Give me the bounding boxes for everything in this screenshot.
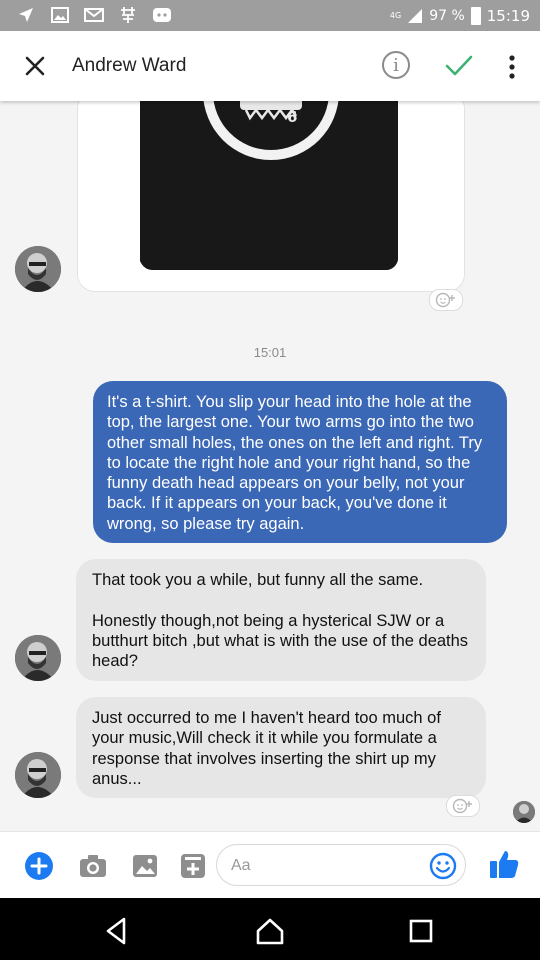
sticker-icon[interactable] <box>178 851 208 881</box>
camera-icon[interactable] <box>78 851 108 881</box>
add-reaction-button[interactable] <box>446 795 480 817</box>
incoming-message-bubble[interactable]: Just occurred to me I haven't heard too … <box>76 697 486 798</box>
shirt-number: 6 <box>287 108 298 126</box>
contact-avatar[interactable] <box>15 752 61 798</box>
contact-avatar[interactable] <box>15 246 61 292</box>
incoming-message-bubble[interactable]: That took you a while, but funny all the… <box>76 559 486 681</box>
navigation-icon <box>16 6 36 24</box>
contact-avatar[interactable] <box>15 635 61 681</box>
checkmark-icon[interactable] <box>444 53 474 79</box>
clock: 15:19 <box>486 6 530 25</box>
outgoing-message-bubble[interactable]: It's a t-shirt. You slip your head into … <box>93 381 507 543</box>
read-receipt-avatar <box>513 801 535 823</box>
status-right: 4G 97 % 15:19 <box>390 0 530 31</box>
smiley-plus-icon <box>435 292 455 308</box>
email-icon <box>84 6 104 24</box>
image-icon <box>50 6 70 24</box>
shared-image-card[interactable]: 6 <box>77 101 465 292</box>
chinese-app-icon <box>118 6 138 24</box>
tshirt-image <box>78 101 464 291</box>
info-glyph: i <box>393 54 399 76</box>
message-input[interactable]: Aa <box>216 844 466 886</box>
like-thumb-icon[interactable] <box>488 848 520 880</box>
recent-apps-icon[interactable] <box>406 916 436 946</box>
notification-icons <box>16 6 172 24</box>
back-icon[interactable] <box>101 916 131 946</box>
system-nav-bar <box>0 898 540 960</box>
contact-name[interactable]: Andrew Ward <box>72 55 186 77</box>
plus-icon[interactable] <box>24 851 54 881</box>
gallery-icon[interactable] <box>130 851 160 881</box>
add-reaction-button[interactable] <box>429 289 463 311</box>
message-input-placeholder: Aa <box>231 857 251 874</box>
info-icon[interactable]: i <box>382 51 410 79</box>
more-options-icon[interactable] <box>500 53 524 81</box>
game-icon <box>152 6 172 24</box>
network-indicator: 4G <box>389 10 402 20</box>
close-icon[interactable] <box>22 53 48 79</box>
battery-icon <box>470 6 481 25</box>
smiley-plus-icon <box>452 798 472 814</box>
conversation-header: Andrew Ward i <box>0 31 540 101</box>
message-timestamp: 15:01 <box>253 345 287 360</box>
status-bar: 4G 97 % 15:19 <box>0 0 540 31</box>
message-composer: Aa <box>0 831 540 899</box>
message-list[interactable]: 6 15:01 It's a t-shirt. You slip your he… <box>0 101 540 831</box>
emoji-icon[interactable] <box>429 852 457 880</box>
signal-icon <box>408 8 423 23</box>
home-icon[interactable] <box>255 916 285 946</box>
battery-percent: 97 % <box>429 7 465 24</box>
